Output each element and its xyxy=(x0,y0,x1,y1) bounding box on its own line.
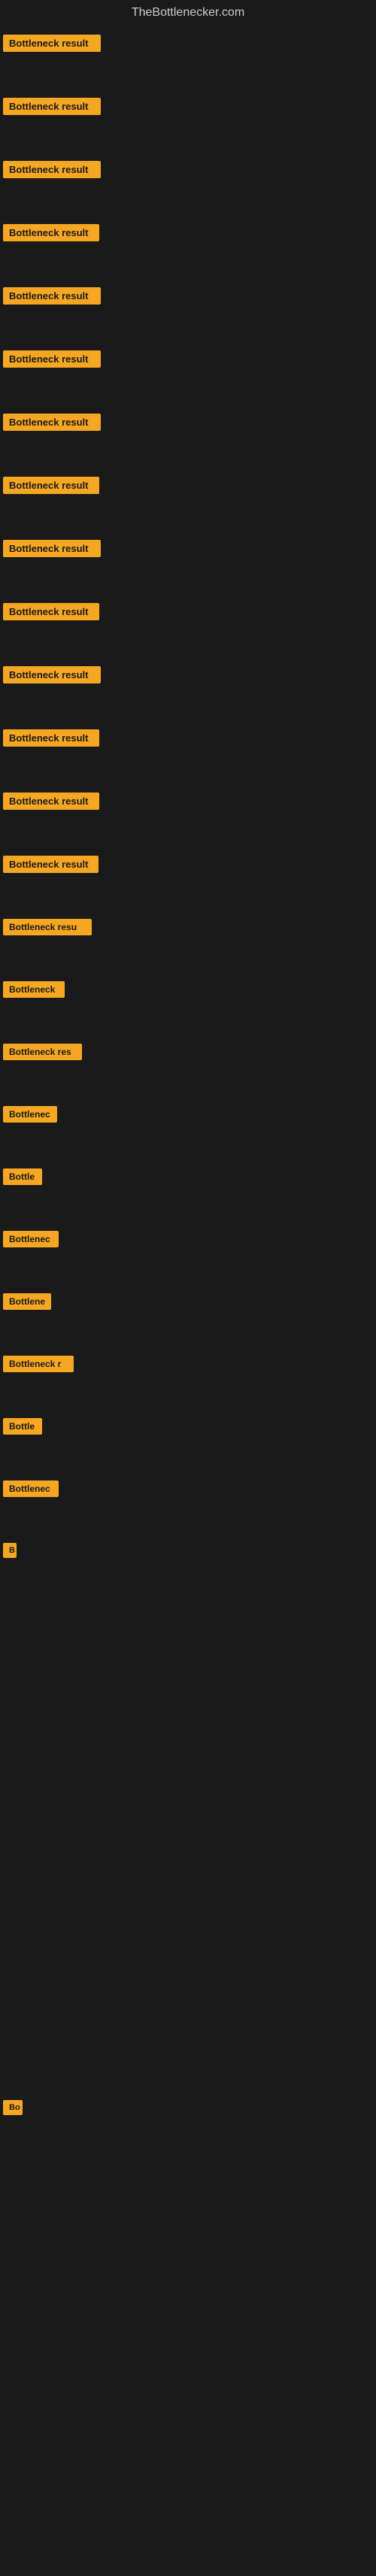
list-item: Bottleneck result xyxy=(3,534,376,567)
list-item: Bottleneck result xyxy=(3,471,376,504)
list-item: Bottlenec xyxy=(3,1225,376,1257)
bottleneck-label: Bottleneck r xyxy=(3,1356,74,1372)
bottleneck-label: Bottlenec xyxy=(3,1480,59,1497)
gap-spacer-2 xyxy=(3,2125,376,2576)
list-item: Bottleneck result xyxy=(3,281,376,314)
list-item: B xyxy=(3,1537,376,1568)
page-container: TheBottlenecker.com Bottleneck result Bo… xyxy=(0,0,376,2576)
bottleneck-label: Bottleneck result xyxy=(3,287,101,305)
list-item: Bottleneck result xyxy=(3,850,376,883)
list-item: Bottleneck result xyxy=(3,786,376,820)
list-item: Bottle xyxy=(3,1162,376,1195)
bottleneck-label: Bottleneck result xyxy=(3,350,101,368)
bottleneck-label: Bottleneck result xyxy=(3,98,101,115)
bottleneck-label: Bottle xyxy=(3,1418,42,1435)
bottleneck-label: Bottleneck result xyxy=(3,161,101,178)
list-item: Bottleneck result xyxy=(3,660,376,693)
list-item: Bottleneck xyxy=(3,975,376,1008)
bottleneck-label: Bottleneck res xyxy=(3,1044,82,1060)
list-item: Bottleneck result xyxy=(3,344,376,377)
list-item: Bottlenec xyxy=(3,1100,376,1132)
bottleneck-label: Bottleneck result xyxy=(3,477,99,494)
list-item: Bottleneck result xyxy=(3,155,376,188)
list-item: Bottleneck result xyxy=(3,218,376,251)
list-item: Bottlene xyxy=(3,1287,376,1320)
list-item: Bottleneck result xyxy=(3,92,376,125)
list-item: Bottleneck resu xyxy=(3,913,376,945)
bottleneck-label: Bo xyxy=(3,2100,23,2115)
bottleneck-label: Bottleneck xyxy=(3,981,65,998)
list-item: Bottle xyxy=(3,1412,376,1444)
list-item: Bottleneck result xyxy=(3,597,376,630)
bottleneck-label: Bottleneck result xyxy=(3,666,101,683)
bottleneck-label: Bottlene xyxy=(3,1293,51,1310)
bottleneck-label: Bottleneck result xyxy=(3,603,99,620)
list-item: Bo xyxy=(3,2094,376,2125)
bottleneck-label: Bottleneck result xyxy=(3,540,101,557)
bottleneck-label: Bottleneck result xyxy=(3,792,99,810)
gap-spacer-1 xyxy=(3,1568,376,2094)
bottleneck-label: Bottleneck resu xyxy=(3,919,92,935)
bottleneck-label: Bottle xyxy=(3,1168,42,1185)
list-item: Bottleneck result xyxy=(3,723,376,756)
bottleneck-label: Bottleneck result xyxy=(3,856,99,873)
list-item: Bottleneck result xyxy=(3,408,376,441)
list-item: Bottleneck res xyxy=(3,1038,376,1070)
bottleneck-list: Bottleneck result Bottleneck result Bott… xyxy=(0,29,376,2576)
bottleneck-label: Bottleneck result xyxy=(3,729,99,747)
bottleneck-label: Bottlenec xyxy=(3,1231,59,1247)
bottleneck-label: Bottleneck result xyxy=(3,35,101,52)
site-title: TheBottlenecker.com xyxy=(0,0,376,29)
list-item: Bottleneck result xyxy=(3,29,376,62)
bottleneck-label: Bottlenec xyxy=(3,1106,57,1123)
bottleneck-label: Bottleneck result xyxy=(3,414,101,431)
bottleneck-label: B xyxy=(3,1543,17,1558)
bottleneck-label: Bottleneck result xyxy=(3,224,99,241)
list-item: Bottleneck r xyxy=(3,1350,376,1382)
list-item: Bottlenec xyxy=(3,1474,376,1507)
